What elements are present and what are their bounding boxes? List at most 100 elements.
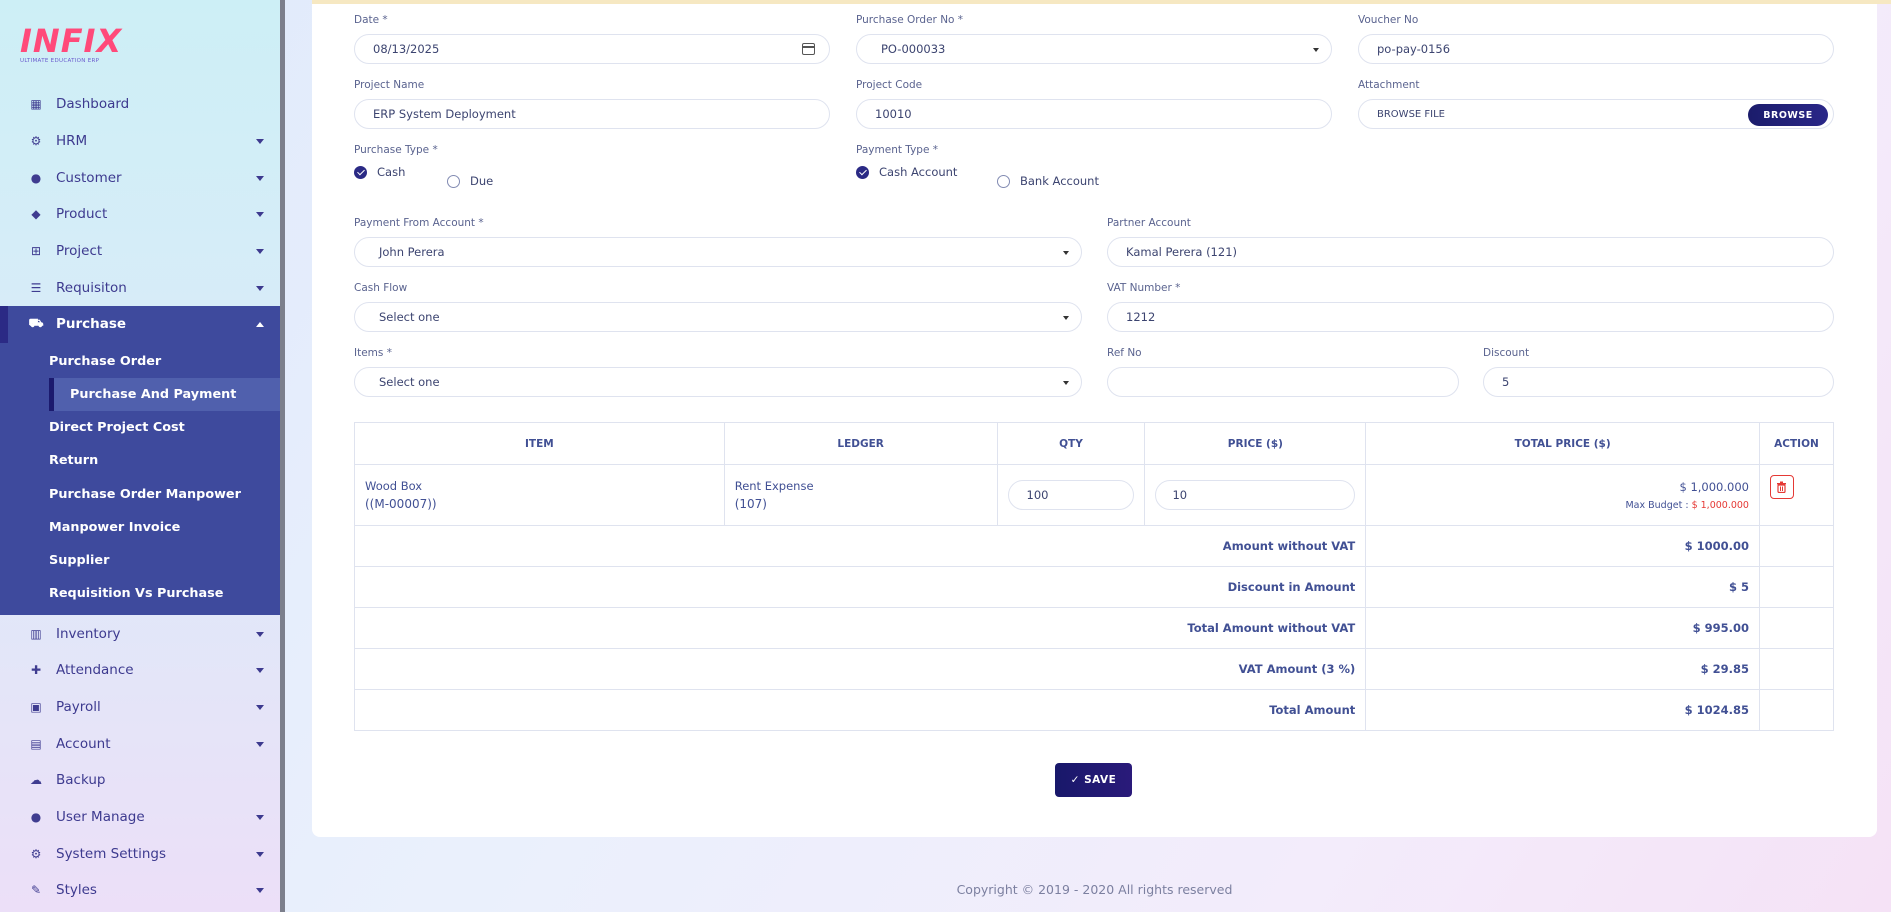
sidebar-item-account[interactable]: ▤ Account	[0, 725, 282, 762]
submenu-item-purchase-order[interactable]: Purchase Order	[0, 345, 282, 378]
calendar-icon[interactable]	[802, 43, 815, 55]
total-price-value: $ 1,000.000	[1679, 479, 1749, 494]
submenu-item-return[interactable]: Return	[0, 444, 282, 477]
date-value: 08/13/2025	[373, 42, 440, 56]
sidebar-item-product[interactable]: ◆ Product	[0, 196, 282, 233]
sidebar-item-inventory[interactable]: ▥ Inventory	[0, 615, 282, 652]
purchase-type-label: Purchase Type *	[354, 144, 438, 156]
sidebar-item-hrm[interactable]: ⚙ HRM	[0, 123, 282, 160]
project-code-field[interactable]: 10010	[856, 99, 1332, 129]
radio-checked-icon[interactable]	[856, 165, 869, 179]
partner-account-field[interactable]: Kamal Perera (121)	[1107, 237, 1834, 267]
payment-type-label: Payment Type *	[856, 144, 939, 156]
ref-no-field[interactable]	[1107, 367, 1459, 397]
sidebar-item-project[interactable]: ⊞ Project	[0, 233, 282, 270]
items-value: Select one	[379, 375, 440, 389]
vat-number-label: VAT Number *	[1107, 282, 1181, 294]
payment-from-account-select[interactable]: John Perera	[354, 237, 1082, 267]
submenu-item-direct-project-cost[interactable]: Direct Project Cost	[0, 411, 282, 444]
summary-label: Discount in Amount	[353, 566, 1367, 608]
price-input[interactable]: 10	[1155, 480, 1356, 510]
user-plus-icon: ✚	[30, 663, 42, 678]
sidebar-item-backup[interactable]: ☁ Backup	[0, 762, 282, 799]
summary-row-total-without-vat: Total Amount without VAT $ 995.00	[353, 607, 1835, 649]
column-header-qty: QTY	[996, 422, 1146, 465]
partner-account-value: Kamal Perera (121)	[1126, 245, 1237, 259]
attachment-field[interactable]: BROWSE FILE BROWSE	[1358, 99, 1834, 129]
radio-unchecked-icon[interactable]	[997, 174, 1010, 188]
summary-empty-cell	[1758, 525, 1835, 567]
summary-label: Amount without VAT	[353, 525, 1367, 567]
sidebar-item-attendance[interactable]: ✚ Attendance	[0, 652, 282, 689]
items-select[interactable]: Select one	[354, 367, 1082, 397]
qty-input[interactable]: 100	[1007, 480, 1135, 510]
column-header-total: TOTAL PRICE ($)	[1365, 422, 1760, 465]
discount-field[interactable]: 5	[1483, 367, 1834, 397]
column-header-ledger: LEDGER	[723, 422, 998, 465]
summary-label: Total Amount	[353, 689, 1367, 731]
items-label: Items *	[354, 347, 392, 359]
payment-type-cash-option[interactable]: Cash Account	[856, 165, 957, 179]
delete-row-button[interactable]	[1769, 475, 1794, 499]
submenu-item-requisition-vs-purchase[interactable]: Requisition Vs Purchase	[0, 577, 282, 610]
sidebar-scrollbar[interactable]	[280, 0, 285, 912]
column-header-price: PRICE ($)	[1144, 422, 1367, 465]
logo-text: INFIX	[20, 22, 123, 60]
sidebar-item-requisiton[interactable]: ☰ Requisiton	[0, 269, 282, 306]
chevron-down-icon	[256, 815, 264, 821]
summary-empty-cell	[1758, 566, 1835, 608]
chevron-down-icon	[1313, 48, 1319, 52]
item-name: Wood Box	[365, 479, 423, 493]
summary-row-total-amount: Total Amount $ 1024.85	[353, 689, 1835, 731]
date-field[interactable]: 08/13/2025	[354, 34, 830, 64]
footer-copyright: Copyright © 2019 - 2020 All rights reser…	[956, 882, 1233, 897]
vat-number-field[interactable]: 1212	[1107, 302, 1834, 332]
submenu-item-supplier[interactable]: Supplier	[0, 544, 282, 577]
sidebar-item-system-settings[interactable]: ⚙ System Settings	[0, 835, 282, 872]
browse-button[interactable]: BROWSE	[1748, 104, 1828, 126]
trash-icon	[1777, 481, 1787, 493]
cash-flow-value: Select one	[379, 310, 440, 324]
sidebar-item-label: Styles	[56, 882, 97, 899]
sidebar-item-styles[interactable]: ✎ Styles	[0, 872, 282, 909]
summary-value: $ 1024.85	[1365, 689, 1760, 731]
purchase-type-due-option[interactable]: Due	[447, 174, 493, 188]
sidebar-item-purchase[interactable]: ⛟ Purchase	[0, 306, 282, 343]
qty-cell: 100	[996, 464, 1146, 526]
chevron-down-icon	[256, 888, 264, 894]
vat-number-value: 1212	[1126, 310, 1156, 324]
summary-value: $ 1000.00	[1365, 525, 1760, 567]
voucher-no-field[interactable]: po-pay-0156	[1358, 34, 1834, 64]
summary-value: $ 995.00	[1365, 607, 1760, 649]
sidebar-item-user-manage[interactable]: ● User Manage	[0, 799, 282, 836]
max-budget: Max Budget : $ 1,000.000	[1366, 500, 1749, 511]
items-table: ITEM LEDGER QTY PRICE ($) TOTAL PRICE ($…	[353, 422, 1835, 731]
radio-checked-icon[interactable]	[354, 165, 367, 179]
chevron-down-icon	[256, 668, 264, 674]
submenu-item-manpower-invoice[interactable]: Manpower Invoice	[0, 511, 282, 544]
save-button[interactable]: ✓ SAVE	[1055, 763, 1132, 797]
cash-flow-select[interactable]: Select one	[354, 302, 1082, 332]
chevron-down-icon	[256, 139, 264, 145]
price-cell: 10	[1144, 464, 1367, 526]
submenu-item-purchase-order-manpower[interactable]: Purchase Order Manpower	[0, 478, 282, 511]
gear-icon: ⚙	[30, 846, 42, 861]
sidebar: INFIX ULTIMATE EDUCATION ERP ▦ Dashboard…	[0, 0, 282, 912]
summary-empty-cell	[1758, 648, 1835, 690]
payment-type-bank-option[interactable]: Bank Account	[997, 174, 1099, 188]
project-name-field[interactable]: ERP System Deployment	[354, 99, 830, 129]
purchase-order-select[interactable]: PO-000033	[856, 34, 1332, 64]
sidebar-item-dashboard[interactable]: ▦ Dashboard	[0, 86, 282, 123]
sidebar-item-payroll[interactable]: ▣ Payroll	[0, 689, 282, 726]
sidebar-item-label: User Manage	[56, 809, 145, 826]
cash-flow-label: Cash Flow	[354, 282, 408, 294]
radio-unchecked-icon[interactable]	[447, 174, 460, 188]
max-budget-value: $ 1,000.000	[1691, 499, 1749, 511]
app-logo[interactable]: INFIX ULTIMATE EDUCATION ERP	[20, 22, 123, 68]
submenu-item-purchase-and-payment[interactable]: Purchase And Payment	[49, 378, 282, 412]
list-icon: ☰	[30, 280, 42, 295]
chevron-down-icon	[256, 175, 264, 181]
sidebar-item-customer[interactable]: ● Customer	[0, 159, 282, 196]
purchase-type-cash-option[interactable]: Cash	[354, 165, 405, 179]
cloud-download-icon: ☁	[30, 773, 42, 788]
